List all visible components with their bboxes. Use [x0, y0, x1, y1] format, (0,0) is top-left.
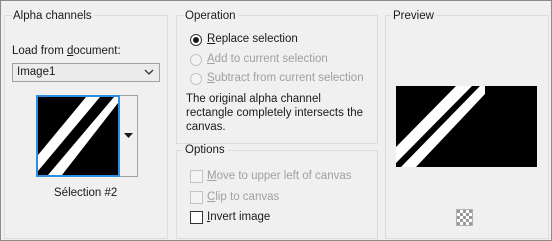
document-select[interactable]: Image1	[12, 63, 160, 82]
replace-selection-label[interactable]: Replace selection	[207, 33, 298, 45]
operation-title: Operation	[183, 10, 238, 22]
add-to-selection-radio[interactable]	[190, 54, 202, 66]
radio-selected-dot	[193, 37, 199, 43]
operation-description-line2: rectangle completely intersects the	[186, 107, 364, 119]
replace-rest: eplace selection	[215, 33, 298, 45]
subtract-from-selection-radio[interactable]	[190, 73, 202, 85]
dialog-frame: Alpha channels Load from document: Image…	[0, 0, 552, 241]
replace-selection-radio[interactable]	[190, 34, 202, 46]
move-to-upper-left-label[interactable]: Move to upper left of canvas	[207, 170, 351, 182]
preview-title: Preview	[391, 10, 436, 22]
alpha-channel-preview-image	[38, 97, 118, 175]
checkerboard-icon	[457, 210, 472, 225]
alpha-channel-thumbnail[interactable]	[36, 95, 120, 177]
move-mnemonic: M	[207, 170, 217, 182]
subtract-rest: ubtract from current selection	[214, 72, 364, 84]
load-label-suffix: ocument:	[73, 45, 121, 57]
add-mnemonic: A	[207, 53, 215, 65]
invert-image-label[interactable]: Invert image	[207, 211, 270, 223]
operation-description-line3: canvas.	[186, 121, 226, 133]
add-to-selection-label[interactable]: Add to current selection	[207, 53, 328, 65]
transparency-checker-icon[interactable]	[456, 209, 473, 226]
subtract-mnemonic: S	[207, 72, 215, 84]
caret-down-icon	[124, 133, 133, 138]
options-title: Options	[183, 144, 227, 156]
thumbnail-dropdown-button[interactable]	[120, 95, 138, 177]
invert-image-checkbox[interactable]	[190, 211, 203, 224]
document-select-value: Image1	[17, 66, 56, 78]
subtract-from-selection-label[interactable]: Subtract from current selection	[207, 72, 364, 84]
clip-to-canvas-checkbox[interactable]	[190, 191, 203, 204]
chevron-down-icon	[144, 69, 154, 75]
selection-name-label: Sélection #2	[54, 187, 118, 199]
clip-to-canvas-label[interactable]: Clip to canvas	[207, 191, 279, 203]
alpha-channels-title: Alpha channels	[11, 10, 94, 22]
add-rest: dd to current selection	[214, 53, 328, 65]
clip-rest: lip to canvas	[215, 191, 280, 203]
move-to-upper-left-checkbox[interactable]	[190, 170, 203, 183]
move-rest: ove to upper left of canvas	[216, 170, 352, 182]
invert-rest: nvert image	[210, 211, 271, 223]
preview-image	[396, 86, 537, 167]
load-label-prefix: Load from	[12, 45, 67, 57]
operation-description-line1: The original alpha channel	[186, 93, 321, 105]
load-from-document-label: Load from document:	[12, 45, 121, 57]
